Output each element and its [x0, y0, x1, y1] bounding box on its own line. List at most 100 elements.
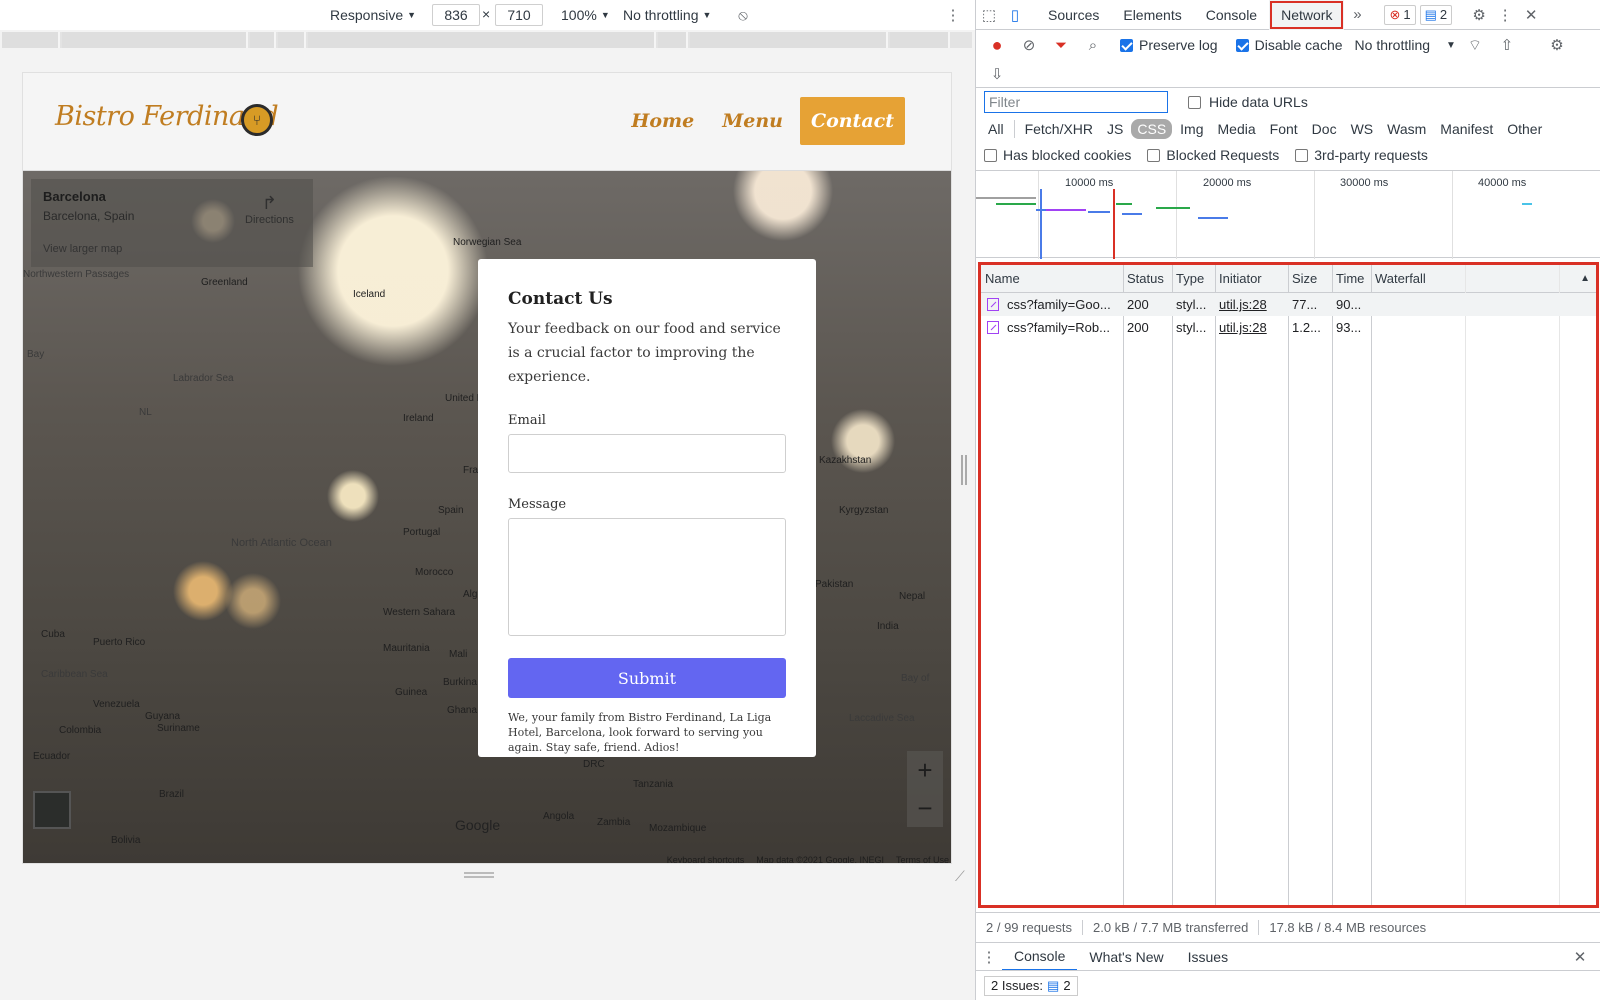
third-party-checkbox[interactable] [1295, 148, 1309, 162]
inspect-element-icon[interactable]: ⬚ [976, 2, 1002, 28]
requests-count: 2 / 99 requests [976, 920, 1083, 935]
close-icon[interactable]: ✕ [1518, 2, 1544, 28]
zoom-out-button[interactable]: − [917, 793, 932, 824]
record-icon[interactable]: ● [984, 32, 1010, 58]
message-field[interactable] [508, 518, 786, 636]
height-input[interactable]: 710 [495, 4, 543, 26]
side-resize-handle[interactable] [961, 455, 967, 485]
view-larger-map-link[interactable]: View larger map [43, 243, 122, 255]
preserve-log-checkbox[interactable] [1120, 38, 1133, 52]
device-toolbar-icon[interactable]: ▯ [1002, 2, 1028, 28]
map-label: Guyana [145, 711, 181, 722]
map-label: Puerto Rico [93, 637, 146, 648]
hide-data-urls-checkbox[interactable] [1188, 95, 1201, 109]
map-city: Barcelona [43, 189, 106, 204]
search-icon[interactable]: ⌕ [1080, 32, 1106, 58]
tab-console[interactable]: Console [1194, 0, 1269, 30]
type-filter-manifest[interactable]: Manifest [1434, 119, 1499, 139]
clear-icon[interactable]: ⊘ [1016, 32, 1042, 58]
drawer-tab-issues[interactable]: Issues [1176, 943, 1240, 971]
column-header-time[interactable]: Time [1332, 265, 1371, 293]
resources-size: 17.8 kB / 8.4 MB resources [1269, 920, 1427, 935]
width-input[interactable]: 836 [432, 4, 480, 26]
request-type: styl... [1176, 320, 1207, 335]
drawer-menu-icon[interactable]: ⋮ [976, 944, 1002, 970]
terms-link[interactable]: Terms of Use [896, 855, 949, 863]
import-har-icon[interactable]: ⇧ [1494, 32, 1520, 58]
disable-cache-checkbox[interactable] [1235, 38, 1249, 52]
submit-button[interactable]: Submit [508, 658, 786, 698]
blocked-requests-checkbox[interactable] [1147, 148, 1161, 162]
blocked-cookies-checkbox[interactable] [984, 148, 997, 162]
type-filter-wasm[interactable]: Wasm [1381, 119, 1432, 139]
fork-knife-icon: ⑂ [241, 104, 273, 136]
type-filter-all[interactable]: All [982, 119, 1010, 139]
more-options-icon[interactable]: ⋮ [940, 2, 966, 28]
directions-button[interactable]: ↱ Directions [245, 193, 294, 226]
column-header-type[interactable]: Type [1172, 265, 1215, 293]
drawer-tab-console[interactable]: Console [1002, 943, 1078, 971]
map-data-text: Map data ©2021 Google, INEGI [756, 855, 884, 864]
error-badge[interactable]: ⊗ 1 [1384, 4, 1416, 25]
settings-gear-icon[interactable]: ⚙ [1466, 2, 1492, 28]
request-initiator-link[interactable]: util.js:28 [1219, 293, 1287, 316]
message-badge[interactable]: ▤ 2 [1419, 4, 1453, 25]
more-options-icon[interactable]: ⋮ [1492, 2, 1518, 28]
request-initiator-link[interactable]: util.js:28 [1219, 316, 1287, 339]
network-settings-gear-icon[interactable]: ⚙ [1544, 32, 1570, 58]
map-label: Northwestern Passages [23, 269, 130, 280]
type-filter-doc[interactable]: Doc [1306, 119, 1343, 139]
type-filter-ws[interactable]: WS [1345, 119, 1380, 139]
rotate-icon[interactable]: ⦸ [730, 2, 756, 28]
tab-sources[interactable]: Sources [1036, 0, 1111, 30]
email-field[interactable] [508, 434, 786, 473]
column-header-name[interactable]: Name [981, 265, 1123, 293]
type-filter-other[interactable]: Other [1501, 119, 1548, 139]
table-row[interactable]: css?family=Goo... 200 styl... util.js:28… [981, 293, 1596, 316]
device-mode-dropdown[interactable]: Responsive ▼ [330, 7, 416, 23]
contact-title: Contact Us [508, 289, 613, 309]
chevron-down-icon[interactable]: ▼ [1446, 40, 1456, 51]
network-throttling-select[interactable]: No throttling [1355, 37, 1430, 53]
type-filter-img[interactable]: Img [1174, 119, 1209, 139]
column-header-size[interactable]: Size [1288, 265, 1332, 293]
zoom-dropdown[interactable]: 100% ▼ [561, 7, 610, 23]
throttling-dropdown[interactable]: No throttling ▼ [623, 7, 711, 23]
media-query-ruler[interactable] [2, 32, 972, 48]
type-filter-media[interactable]: Media [1212, 119, 1262, 139]
third-party-label: 3rd-party requests [1314, 147, 1428, 163]
request-size: 1.2... [1292, 320, 1321, 335]
column-header-status[interactable]: Status [1123, 265, 1172, 293]
filter-icon[interactable]: ⏷ [1048, 32, 1074, 58]
column-header-initiator[interactable]: Initiator [1215, 265, 1288, 293]
bottom-resize-handle[interactable] [464, 872, 494, 878]
type-filter-js[interactable]: JS [1101, 119, 1129, 139]
zoom-in-button[interactable]: + [917, 755, 932, 786]
export-har-icon[interactable]: ⇩ [984, 61, 1010, 87]
nav-menu[interactable]: Menu [711, 98, 794, 144]
close-drawer-icon[interactable]: ✕ [1567, 944, 1593, 970]
tab-elements[interactable]: Elements [1111, 0, 1193, 30]
filter-input[interactable]: Filter [984, 91, 1168, 113]
nav-contact[interactable]: Contact [799, 97, 905, 145]
more-tabs-icon[interactable]: » [1344, 2, 1370, 28]
issues-badge[interactable]: 2 Issues: ▤ 2 [984, 975, 1078, 996]
type-filter-css[interactable]: CSS [1131, 119, 1173, 139]
keyboard-shortcuts-link[interactable]: Keyboard shortcuts [667, 855, 745, 863]
type-filter-fetch-xhr[interactable]: Fetch/XHR [1019, 119, 1099, 139]
map-hero[interactable]: Barcelona Barcelona, Spain ↱ Directions … [23, 171, 951, 864]
map-type-toggle[interactable] [33, 791, 71, 829]
sort-ascending-icon: ▲ [1580, 273, 1590, 284]
overview-tick: 30000 ms [1340, 177, 1389, 189]
dimension-times: × [482, 6, 491, 22]
network-overview-timeline[interactable]: 10000 ms 20000 ms 30000 ms 40000 ms [976, 170, 1600, 259]
tab-network[interactable]: Network [1269, 0, 1345, 30]
corner-resize-icon[interactable]: ⟋ [955, 868, 965, 885]
type-filter-font[interactable]: Font [1264, 119, 1304, 139]
network-conditions-icon[interactable]: ⌔ [1462, 32, 1488, 58]
map-label: Guinea [395, 687, 428, 698]
drawer-tab-whats-new[interactable]: What's New [1077, 943, 1175, 971]
table-row[interactable]: css?family=Rob... 200 styl... util.js:28… [981, 316, 1596, 339]
nav-home[interactable]: Home [620, 98, 705, 144]
column-header-waterfall[interactable]: Waterfall ▲ [1371, 265, 1596, 293]
